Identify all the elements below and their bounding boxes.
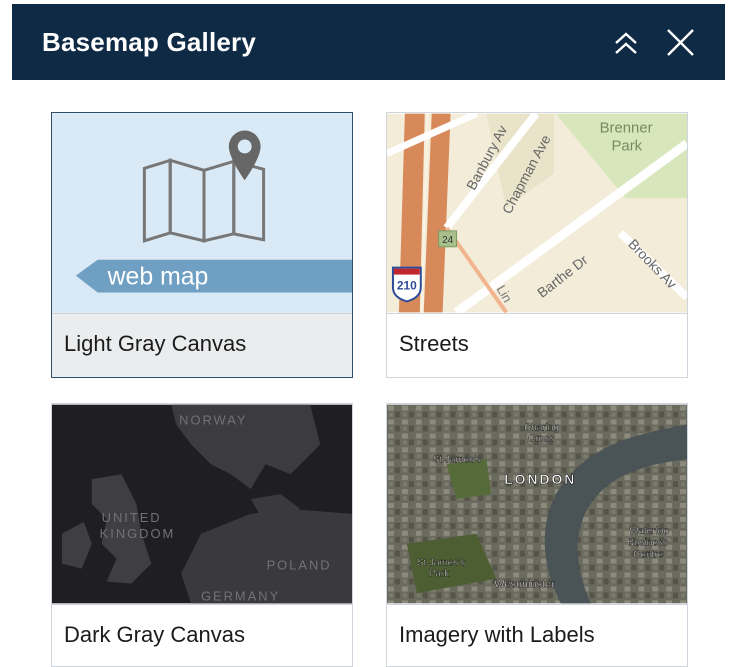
basemap-thumbnail: web map	[52, 113, 352, 313]
svg-text:Business: Business	[627, 538, 667, 549]
basemap-item-imagery-with-labels[interactable]: Charing Cross St James's LONDON Waterloo…	[386, 403, 688, 667]
svg-text:Westminster: Westminster	[494, 578, 555, 590]
svg-text:NORWAY: NORWAY	[179, 413, 247, 428]
svg-text:Brenner: Brenner	[600, 121, 653, 137]
basemap-item-streets[interactable]: 24 210 Banbury Av Chapman Ave Brenner Pa…	[386, 112, 688, 378]
basemap-gallery-header: Basemap Gallery	[12, 4, 725, 80]
svg-text:210: 210	[397, 278, 417, 292]
basemap-thumbnail: NORWAY UNITED KINGDOM POLAND GERMANY	[52, 404, 352, 604]
basemap-label: Light Gray Canvas	[64, 331, 247, 356]
svg-text:Park: Park	[429, 569, 449, 580]
svg-text:Park: Park	[612, 138, 643, 154]
svg-text:GERMANY: GERMANY	[201, 588, 280, 603]
web-map-banner-text: web map	[107, 264, 209, 291]
interstate-shield-icon: 210	[391, 266, 422, 303]
map-label: 24	[442, 235, 454, 246]
close-button[interactable]	[663, 26, 697, 60]
basemap-label: Imagery with Labels	[399, 622, 595, 647]
svg-text:Charing: Charing	[524, 422, 559, 433]
panel-title: Basemap Gallery	[42, 27, 257, 57]
basemap-thumbnail: Charing Cross St James's LONDON Waterloo…	[387, 404, 687, 604]
svg-text:KINGDOM: KINGDOM	[100, 526, 176, 541]
svg-text:St James's: St James's	[417, 558, 465, 569]
close-icon	[667, 29, 694, 56]
svg-text:UNITED: UNITED	[102, 510, 162, 525]
svg-text:St James's: St James's	[433, 454, 481, 465]
double-chevron-up-icon	[615, 32, 637, 54]
basemap-item-dark-gray-canvas[interactable]: NORWAY UNITED KINGDOM POLAND GERMANY Dar…	[51, 403, 353, 667]
basemap-label: Streets	[399, 331, 469, 356]
svg-text:Cross: Cross	[528, 433, 554, 444]
svg-text:LONDON: LONDON	[504, 471, 576, 487]
svg-text:POLAND: POLAND	[267, 558, 332, 573]
basemap-item-light-gray-canvas[interactable]: web map Light Gray Canvas	[51, 112, 353, 378]
svg-text:Waterloo: Waterloo	[629, 526, 669, 537]
basemap-label: Dark Gray Canvas	[64, 622, 245, 647]
basemap-thumbnail: 24 210 Banbury Av Chapman Ave Brenner Pa…	[387, 113, 687, 313]
collapse-button[interactable]	[609, 26, 643, 60]
svg-text:Centre: Centre	[633, 550, 663, 561]
